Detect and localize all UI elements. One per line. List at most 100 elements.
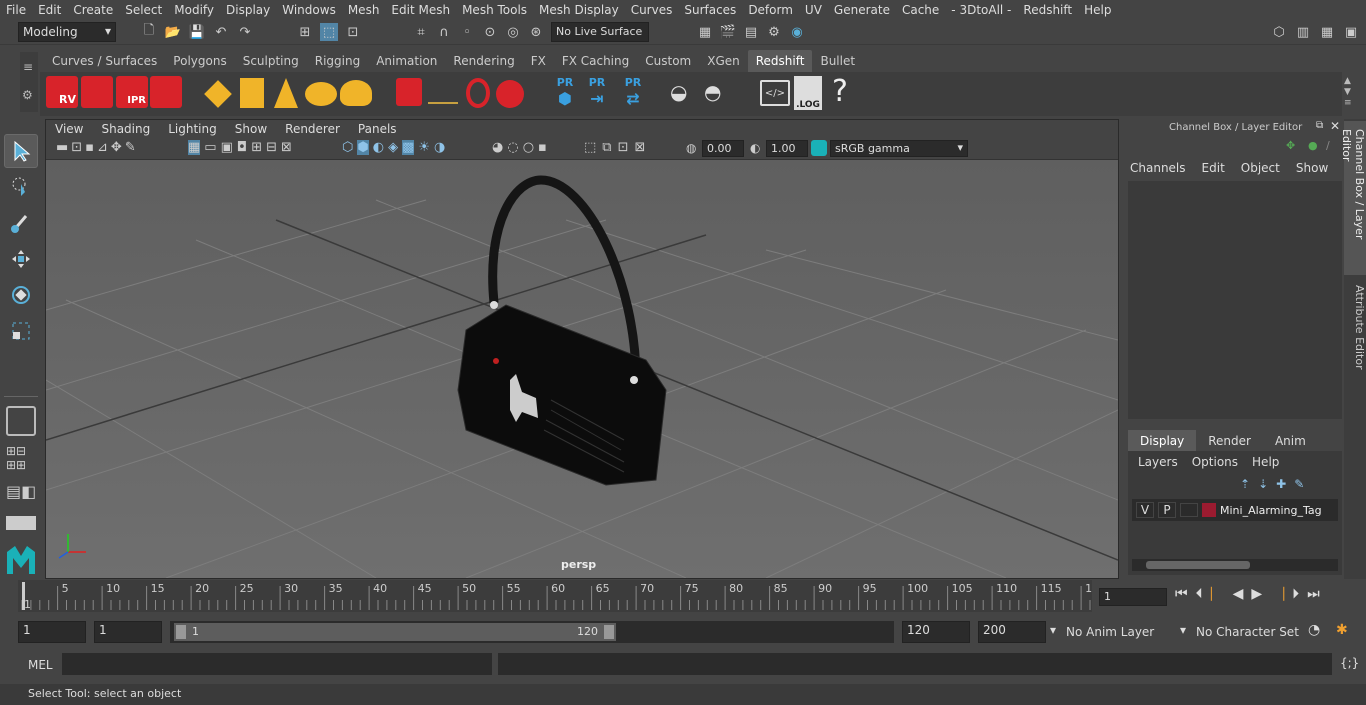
- pr-export-icon[interactable]: PR ⇥: [584, 76, 610, 110]
- panel-toggle-icon[interactable]: ▦: [1318, 23, 1336, 41]
- shelf-tab-5[interactable]: Rendering: [445, 50, 522, 72]
- close-icon[interactable]: ✕: [1330, 119, 1340, 133]
- shelf-tab-9[interactable]: XGen: [699, 50, 748, 72]
- redshift-sun-light-icon[interactable]: [340, 80, 372, 106]
- snap-grid-icon[interactable]: ⌗: [412, 23, 430, 41]
- snap-live-icon[interactable]: ⊛: [527, 23, 545, 41]
- menu-item-11[interactable]: Curves: [625, 3, 679, 17]
- layer-visibility-toggle[interactable]: V: [1136, 502, 1154, 518]
- default-material-icon[interactable]: ◐: [373, 140, 384, 155]
- xray-joints-icon[interactable]: ⊡: [618, 140, 629, 155]
- channel-box-menu-0[interactable]: Channels: [1130, 161, 1186, 175]
- shelf-tab-3[interactable]: Rigging: [307, 50, 368, 72]
- scale-tool-icon[interactable]: [4, 314, 38, 348]
- redshift-spot-light-icon[interactable]: [274, 78, 298, 108]
- select-tool-icon[interactable]: [4, 134, 38, 168]
- select-hierarchy-icon[interactable]: ⊞: [296, 23, 314, 41]
- layer-row[interactable]: V P Mini_Alarming_Tag: [1132, 499, 1338, 521]
- grease-pencil-icon[interactable]: ✎: [125, 140, 136, 155]
- shelf-tab-7[interactable]: FX Caching: [554, 50, 637, 72]
- gamma-field[interactable]: 1.00: [766, 140, 808, 157]
- menu-item-17[interactable]: - 3DtoAll -: [945, 3, 1017, 17]
- range-slider-bar[interactable]: 1 120: [174, 623, 616, 641]
- xray-components-icon[interactable]: ⊠: [635, 140, 646, 155]
- layer-scrollbar[interactable]: [1132, 559, 1338, 571]
- viewport-menu-0[interactable]: View: [46, 120, 92, 138]
- xray-icon[interactable]: ⧉: [602, 140, 611, 155]
- workspace-icon[interactable]: ⬡: [1270, 23, 1288, 41]
- playback-end-field[interactable]: 120: [902, 621, 970, 643]
- pr-cube-icon[interactable]: PR ⬢: [552, 76, 578, 110]
- motion-blur-icon[interactable]: ◌: [507, 140, 518, 155]
- select-component-icon[interactable]: ⊡: [344, 23, 362, 41]
- layer-display-type[interactable]: [1180, 503, 1198, 517]
- start-time-field[interactable]: 1: [18, 621, 86, 643]
- anti-alias-icon[interactable]: ○: [523, 140, 534, 155]
- side-panel-icon[interactable]: ▣: [1342, 23, 1360, 41]
- chevron-down-icon[interactable]: ▾: [1050, 623, 1056, 637]
- menu-item-6[interactable]: Windows: [276, 3, 342, 17]
- render-settings-icon[interactable]: ▦: [696, 23, 714, 41]
- shelf-menu-icon[interactable]: ≡: [23, 60, 33, 74]
- auto-key-icon[interactable]: ◔: [1308, 622, 1320, 638]
- outliner-icon[interactable]: [6, 516, 36, 530]
- shelf-scroll[interactable]: ▲ ▼ ≡: [1344, 76, 1360, 112]
- hyper-icon[interactable]: ∕: [1326, 139, 1330, 152]
- step-forward-key-icon[interactable]: ⎹: [1270, 586, 1284, 602]
- layer-playback-toggle[interactable]: P: [1158, 502, 1176, 518]
- viewport-menu-1[interactable]: Shading: [92, 120, 159, 138]
- maya-logo-icon[interactable]: [5, 544, 37, 576]
- redshift-volume-icon[interactable]: [240, 78, 264, 108]
- go-to-end-icon[interactable]: ⏭: [1307, 586, 1320, 602]
- step-back-key-icon[interactable]: ⎸: [1211, 586, 1225, 602]
- open-scene-icon[interactable]: 📂: [164, 23, 182, 41]
- mode-selector[interactable]: Modeling ▾: [18, 22, 116, 42]
- new-layer-icon[interactable]: ✚: [1276, 477, 1286, 491]
- shelf-options[interactable]: ≡ ⚙: [20, 52, 38, 112]
- menu-item-2[interactable]: Create: [67, 3, 119, 17]
- layer-color-swatch[interactable]: [1202, 503, 1216, 517]
- gamma-icon[interactable]: ◐: [750, 141, 760, 155]
- redshift-sphere-icon[interactable]: [496, 80, 524, 108]
- resolution-gate-icon[interactable]: ▣: [221, 140, 233, 155]
- viewport-menu-3[interactable]: Show: [226, 120, 276, 138]
- current-frame-field[interactable]: 1: [1099, 588, 1167, 606]
- playback-start-field[interactable]: 1: [94, 621, 162, 643]
- range-handle-start[interactable]: [176, 625, 186, 639]
- 3d-scene[interactable]: persp: [46, 160, 1118, 578]
- safe-title-icon[interactable]: ⊠: [281, 140, 292, 155]
- channel-box-menu-3[interactable]: Show: [1296, 161, 1328, 175]
- current-time-marker[interactable]: [22, 582, 25, 610]
- go-to-start-icon[interactable]: ⏮: [1175, 586, 1188, 602]
- preferences-icon[interactable]: ✱: [1336, 622, 1348, 638]
- shelf-tab-2[interactable]: Sculpting: [235, 50, 307, 72]
- snap-view-icon[interactable]: ⊙: [481, 23, 499, 41]
- use-lights-icon[interactable]: ☀: [418, 140, 430, 155]
- render-current-icon[interactable]: 🎬: [719, 23, 737, 41]
- move-layer-up-icon[interactable]: ⇡: [1240, 477, 1250, 491]
- menu-item-1[interactable]: Edit: [32, 3, 67, 17]
- menu-item-8[interactable]: Edit Mesh: [385, 3, 456, 17]
- menu-item-19[interactable]: Help: [1078, 3, 1117, 17]
- manipulator-icon[interactable]: ✥: [1286, 139, 1295, 152]
- menu-item-16[interactable]: Cache: [896, 3, 945, 17]
- viewport-panel[interactable]: View Shading Lighting Show Renderer Panels ▬ …: [45, 119, 1119, 579]
- redshift-rv-icon[interactable]: RV: [46, 76, 78, 108]
- speed-icon[interactable]: ●: [1308, 139, 1318, 152]
- paint-select-icon[interactable]: [4, 206, 38, 240]
- layer-menu-0[interactable]: Layers: [1138, 455, 1178, 469]
- step-forward-icon[interactable]: ⏵: [1292, 586, 1299, 602]
- quick-layout-two-icon[interactable]: ▤◧: [6, 482, 36, 510]
- menu-item-15[interactable]: Generate: [828, 3, 896, 17]
- save-scene-icon[interactable]: 💾: [188, 23, 206, 41]
- redshift-material-icon[interactable]: [396, 78, 422, 106]
- ambient-occlusion-icon[interactable]: ◕: [492, 140, 503, 155]
- isolate-select-icon[interactable]: ⬚: [584, 140, 596, 155]
- viewport-menu-4[interactable]: Renderer: [276, 120, 349, 138]
- exposure-field[interactable]: 0.00: [702, 140, 744, 157]
- step-back-icon[interactable]: ⏴: [1196, 586, 1203, 602]
- float-panel-icon[interactable]: ⧉: [1316, 120, 1323, 131]
- menu-item-3[interactable]: Select: [119, 3, 168, 17]
- camera-lock-icon[interactable]: ⊡: [71, 140, 82, 155]
- shelf-settings-icon[interactable]: ⚙: [22, 88, 33, 102]
